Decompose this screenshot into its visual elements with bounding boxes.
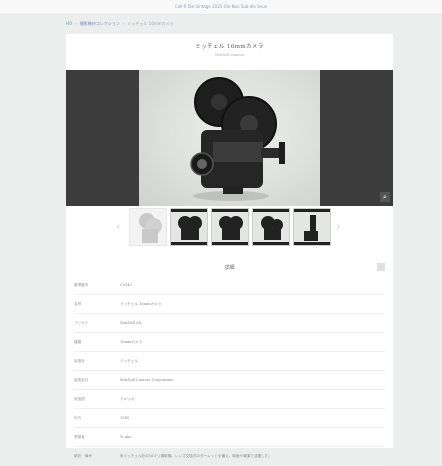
- camera-thumb: [219, 216, 243, 240]
- table-row: フリガナ Mitchell Sh..: [74, 314, 385, 333]
- row-value: C0243: [120, 283, 132, 287]
- thumbnail[interactable]: [129, 208, 167, 246]
- item-subtitle: Mitchell camera: [215, 53, 244, 57]
- zoom-button[interactable]: ⌕: [380, 192, 390, 202]
- thumbnail-strip: ‹ ›: [66, 208, 393, 248]
- table-row: 年代 1945: [74, 409, 385, 428]
- camera-thumb: [304, 215, 318, 241]
- table-row: 解説・備考 米ミッチェル社の16ミリ撮影機。レンズ交換式のターレットを備え、映画や…: [74, 447, 385, 466]
- table-row: 寄贈者 Yi Ako: [74, 428, 385, 447]
- thumb-border: [253, 209, 289, 212]
- chevron-left-icon[interactable]: ‹: [116, 220, 120, 233]
- row-label: 寄贈者: [74, 435, 85, 439]
- row-value: 16mmカメラ: [120, 340, 143, 344]
- table-row: 製造会社 Mitchell Camera Corporation: [74, 371, 385, 390]
- row-value: Mitchell Camera Corporation: [120, 378, 174, 382]
- thumbnail[interactable]: [170, 208, 208, 246]
- search-icon: ⌕: [383, 193, 387, 201]
- item-card: ミッチェル 16mmカメラ Mitchell camera ⌕ ‹ › 詳細 -…: [66, 34, 393, 466]
- breadcrumb: HO › 撮影機材コレクション › ミッチェル 16mmカメラ: [66, 20, 174, 28]
- camera-thumb: [139, 213, 162, 243]
- breadcrumb-current: ミッチェル 16mmカメラ: [127, 21, 174, 26]
- thumb-border: [253, 242, 289, 245]
- camera-thumb: [178, 216, 202, 240]
- thumb-border: [171, 242, 207, 245]
- breadcrumb-home[interactable]: HO: [66, 21, 72, 26]
- row-label: 製造国: [74, 397, 85, 401]
- image-viewer: ⌕: [66, 70, 393, 206]
- table-row: 種類 16mmカメラ: [74, 333, 385, 352]
- details-heading: 詳細: [224, 265, 235, 271]
- top-bar: Cell-fi Die Vintage 2025 Oie Nou Sub dio…: [0, 0, 442, 15]
- row-label: 年代: [74, 416, 82, 420]
- camera-image: [190, 77, 285, 201]
- row-value: アメリカ: [120, 397, 135, 401]
- row-value: ミッチェル 16mmカメラ: [120, 302, 162, 306]
- thumbnail[interactable]: [252, 208, 290, 246]
- thumb-border: [294, 209, 330, 212]
- thumb-border: [294, 242, 330, 245]
- collapse-button[interactable]: -: [377, 263, 385, 271]
- thumbnail[interactable]: [211, 208, 249, 246]
- row-value: 米ミッチェル社の16ミリ撮影機。レンズ交換式のターレットを備え、映画や報道で活躍…: [120, 454, 272, 458]
- row-label: フリガナ: [74, 321, 89, 325]
- breadcrumb-separator: ›: [122, 21, 125, 26]
- thumb-border: [171, 209, 207, 212]
- breadcrumb-collection[interactable]: 撮影機材コレクション: [80, 21, 120, 26]
- item-title: ミッチェル 16mmカメラ: [195, 44, 264, 50]
- row-label: 製造会社: [74, 378, 89, 382]
- table-row: 名称 ミッチェル 16mmカメラ: [74, 295, 385, 314]
- thumb-border: [212, 209, 248, 212]
- table-row: 製造年 ミッチェル: [74, 352, 385, 371]
- thumbnail[interactable]: [293, 208, 331, 246]
- table-row: 製造国 アメリカ: [74, 390, 385, 409]
- row-label: 名称: [74, 302, 82, 306]
- row-label: 製造年: [74, 359, 85, 363]
- row-label: 解説・備考: [74, 454, 92, 458]
- row-value: 1945: [120, 416, 130, 420]
- thumb-border: [212, 242, 248, 245]
- table-row: 管理番号 C0243: [74, 276, 385, 295]
- row-value: ミッチェル: [120, 359, 138, 363]
- breadcrumb-separator: ›: [75, 21, 77, 26]
- chevron-right-icon[interactable]: ›: [336, 220, 340, 233]
- details-table: 管理番号 C0243 名称 ミッチェル 16mmカメラ フリガナ Mitchell S…: [74, 276, 385, 466]
- top-bar-text: Cell-fi Die Vintage 2025 Oie Nou Sub dio…: [174, 4, 268, 9]
- row-value: Yi Ako: [120, 435, 132, 439]
- camera-thumb: [261, 216, 283, 240]
- row-value: Mitchell Sh..: [120, 321, 144, 325]
- row-label: 種類: [74, 340, 82, 344]
- row-label: 管理番号: [74, 283, 89, 287]
- main-photo[interactable]: [139, 70, 320, 206]
